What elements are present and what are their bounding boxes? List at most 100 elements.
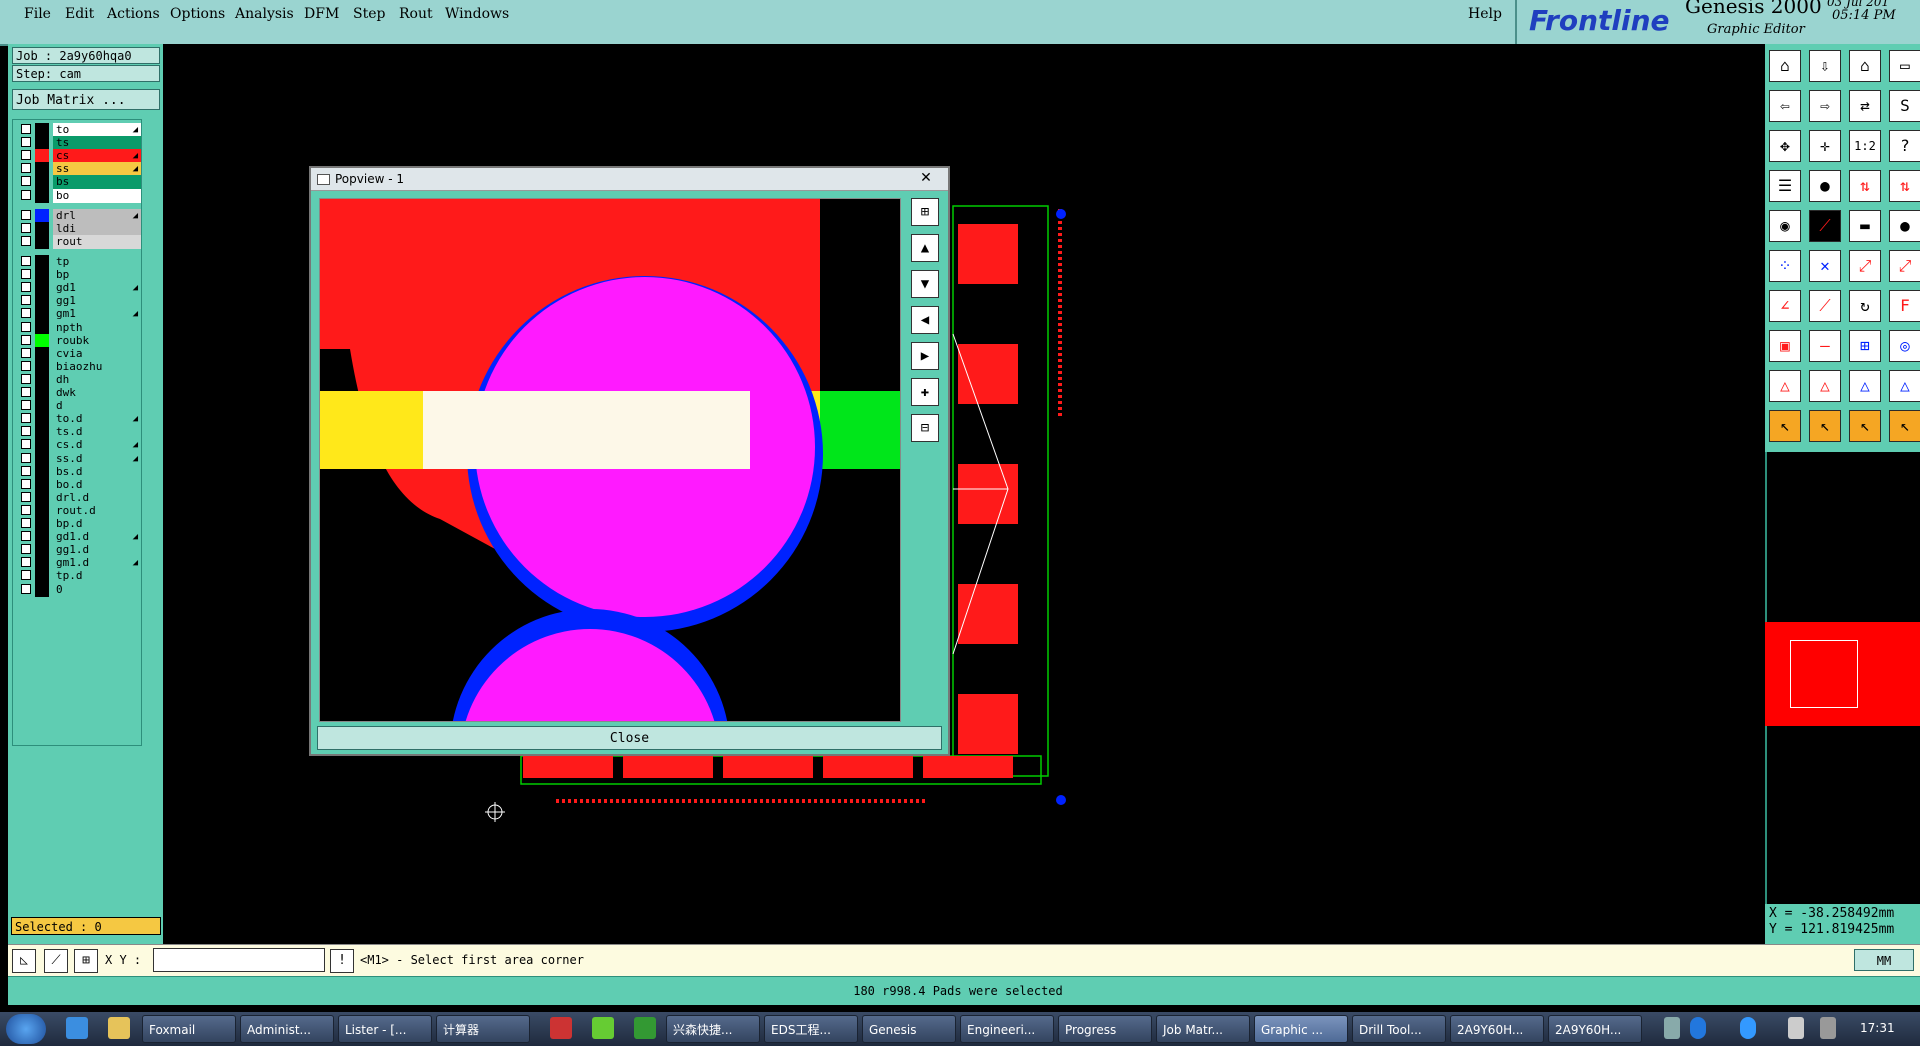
layer-row[interactable]: bo bbox=[21, 188, 146, 203]
task-job-matrix[interactable]: Job Matr... bbox=[1156, 1015, 1250, 1043]
zoom-out-icon[interactable]: ⊟ bbox=[911, 414, 939, 442]
layer-checkbox[interactable] bbox=[21, 478, 31, 489]
task-graphic[interactable]: Graphic ... bbox=[1254, 1015, 1348, 1043]
task-eds[interactable]: EDS工程... bbox=[764, 1015, 858, 1043]
tray-help-icon[interactable] bbox=[1690, 1017, 1706, 1039]
ie-icon[interactable] bbox=[66, 1017, 88, 1039]
tool-measure-icon[interactable]: ▬ bbox=[1849, 210, 1881, 242]
folder-icon[interactable] bbox=[108, 1017, 130, 1039]
tool-node-icon[interactable]: ⤢ bbox=[1849, 250, 1881, 282]
menu-rout[interactable]: Rout bbox=[399, 6, 433, 22]
tool-slash-icon[interactable]: ⟋ bbox=[1809, 290, 1841, 322]
tool-step-icon[interactable]: S bbox=[1889, 90, 1920, 122]
layer-row[interactable]: cvia bbox=[21, 346, 146, 361]
task-2a9y60h-1[interactable]: 2A9Y60H... bbox=[1450, 1015, 1544, 1043]
layer-row[interactable]: gm1.d ◢ bbox=[21, 556, 146, 571]
tool-box-icon[interactable]: ⊞ bbox=[1849, 330, 1881, 362]
overview-map[interactable] bbox=[1765, 622, 1920, 726]
zoom-home-icon[interactable]: ⊞ bbox=[911, 198, 939, 226]
layer-row[interactable]: tp.d bbox=[21, 569, 146, 584]
app-icon-1[interactable] bbox=[550, 1017, 572, 1039]
menu-step[interactable]: Step bbox=[353, 6, 385, 22]
task-drill-tool[interactable]: Drill Tool... bbox=[1352, 1015, 1446, 1043]
tool-node2-icon[interactable]: ⤢ bbox=[1889, 250, 1920, 282]
overview-viewport[interactable] bbox=[1790, 640, 1858, 708]
popview-canvas[interactable] bbox=[319, 198, 901, 722]
menu-help[interactable]: Help bbox=[1468, 6, 1502, 22]
layer-row[interactable]: ss ◢ bbox=[21, 162, 146, 177]
task-xingsen[interactable]: 兴森快捷... bbox=[666, 1015, 760, 1043]
zoom-in-icon[interactable]: ✚ bbox=[911, 378, 939, 406]
layer-row[interactable]: cs ◢ bbox=[21, 149, 146, 164]
popview-close-button[interactable]: Close bbox=[317, 726, 942, 750]
start-button[interactable] bbox=[6, 1014, 46, 1044]
tray-network-icon[interactable] bbox=[1740, 1017, 1756, 1039]
layer-row[interactable]: gm1 ◢ bbox=[21, 307, 146, 322]
layer-checkbox[interactable] bbox=[21, 570, 31, 581]
pan-down-icon[interactable]: ▼ bbox=[911, 270, 939, 298]
layer-row[interactable]: rout.d bbox=[21, 503, 146, 518]
layer-checkbox[interactable] bbox=[21, 413, 31, 424]
task-genesis[interactable]: Genesis bbox=[862, 1015, 956, 1043]
layer-checkbox[interactable] bbox=[21, 557, 31, 568]
tool-down-icon[interactable]: ⇩ bbox=[1809, 50, 1841, 82]
popview-titlebar[interactable]: Popview - 1 ✕ bbox=[311, 168, 948, 191]
menu-windows[interactable]: Windows bbox=[445, 6, 509, 22]
tool-line-icon[interactable]: ⟋ bbox=[1809, 210, 1841, 242]
task-administrator[interactable]: Administ... bbox=[240, 1015, 334, 1043]
app-icon-2[interactable] bbox=[592, 1017, 614, 1039]
tool-window-icon[interactable]: ▭ bbox=[1889, 50, 1920, 82]
layer-checkbox[interactable] bbox=[21, 176, 31, 187]
layer-row[interactable]: d bbox=[21, 399, 146, 414]
tool-hline-icon[interactable]: — bbox=[1809, 330, 1841, 362]
layer-checkbox[interactable] bbox=[21, 465, 31, 476]
tool-left-icon[interactable]: ⇦ bbox=[1769, 90, 1801, 122]
layer-row[interactable]: bs bbox=[21, 175, 146, 190]
layer-checkbox[interactable] bbox=[21, 269, 31, 280]
layer-row[interactable]: to ◢ bbox=[21, 123, 146, 137]
units-button[interactable]: MM bbox=[1854, 949, 1914, 971]
layer-row[interactable]: dh bbox=[21, 372, 146, 387]
layer-checkbox[interactable] bbox=[21, 256, 31, 266]
layer-row[interactable]: rout bbox=[21, 235, 146, 250]
layer-checkbox[interactable] bbox=[21, 236, 31, 247]
tool-arc-icon[interactable]: ↻ bbox=[1849, 290, 1881, 322]
tool-angle-icon[interactable]: ∠ bbox=[1769, 290, 1801, 322]
layer-checkbox[interactable] bbox=[21, 373, 31, 384]
layer-row[interactable]: ldi bbox=[21, 222, 146, 237]
layer-checkbox[interactable] bbox=[21, 334, 31, 345]
task-lister[interactable]: Lister - [... bbox=[338, 1015, 432, 1043]
task-engineering[interactable]: Engineeri... bbox=[960, 1015, 1054, 1043]
tool-connect-icon[interactable]: ⁘ bbox=[1769, 250, 1801, 282]
layer-checkbox[interactable] bbox=[21, 360, 31, 371]
menu-actions[interactable]: Actions bbox=[107, 6, 160, 22]
layer-row[interactable]: to.d ◢ bbox=[21, 412, 146, 427]
pan-left-icon[interactable]: ◀ bbox=[911, 306, 939, 334]
tool-swap-icon[interactable]: ⇄ bbox=[1849, 90, 1881, 122]
task-foxmail[interactable]: Foxmail bbox=[142, 1015, 236, 1043]
layer-row[interactable]: gd1 ◢ bbox=[21, 281, 146, 296]
tool-select2-icon[interactable]: ↖ bbox=[1809, 410, 1841, 442]
tool-triangle2-icon[interactable]: △ bbox=[1809, 370, 1841, 402]
layer-checkbox[interactable] bbox=[21, 223, 31, 234]
menu-dfm[interactable]: DFM bbox=[304, 6, 339, 22]
layer-checkbox[interactable] bbox=[21, 163, 31, 174]
layer-row[interactable]: bs.d bbox=[21, 464, 146, 479]
layer-row[interactable]: cs.d ◢ bbox=[21, 438, 146, 453]
layer-row[interactable]: roubk bbox=[21, 333, 146, 348]
layer-checkbox[interactable] bbox=[21, 210, 31, 220]
layer-row[interactable]: tp bbox=[21, 255, 146, 269]
measure-icon[interactable]: ⟋ bbox=[44, 949, 68, 973]
tool-dot-icon[interactable]: ● bbox=[1889, 210, 1920, 242]
layer-row[interactable]: bp.d bbox=[21, 517, 146, 531]
layer-checkbox[interactable] bbox=[21, 518, 31, 528]
layer-row[interactable]: 0 bbox=[21, 582, 146, 597]
layer-checkbox[interactable] bbox=[21, 491, 31, 502]
tool-pad-icon[interactable]: ◉ bbox=[1769, 210, 1801, 242]
layer-checkbox[interactable] bbox=[21, 400, 31, 411]
grid-icon[interactable]: ⊞ bbox=[74, 949, 98, 973]
layer-row[interactable]: drl.d bbox=[21, 490, 146, 505]
tray-device-icon[interactable] bbox=[1820, 1017, 1836, 1039]
layer-checkbox[interactable] bbox=[21, 583, 31, 594]
snap-icon[interactable]: ◺ bbox=[12, 949, 36, 973]
